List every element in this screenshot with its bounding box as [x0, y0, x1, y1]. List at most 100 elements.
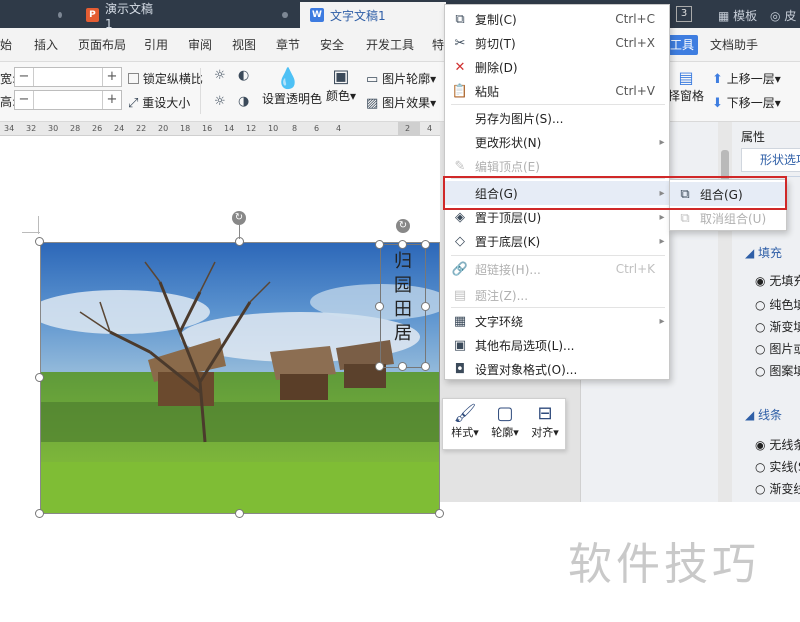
radio-solid-line[interactable]: ○ 实线(S	[755, 458, 800, 475]
minus-icon[interactable]: −	[15, 68, 33, 86]
radio-gradient-line[interactable]: ○ 渐变线	[755, 480, 800, 497]
menu-item-save-as-picture[interactable]: 另存为图片(S)...	[445, 106, 669, 130]
ruler-tick: 4	[336, 124, 342, 133]
width-stepper[interactable]: − +	[14, 67, 122, 87]
textbox-handle[interactable]	[398, 362, 407, 371]
edit-points-icon: ✎	[454, 158, 466, 174]
skin-button[interactable]: ◎ 皮	[770, 7, 796, 24]
textbox-rotate-icon[interactable]: ↻	[396, 219, 410, 233]
format-object-icon: ◘	[454, 361, 466, 377]
ruler-tick: 28	[70, 124, 81, 133]
textbox-handle[interactable]	[375, 362, 384, 371]
selection-pane-button[interactable]: ▤ 择窗格	[668, 68, 704, 104]
menu-review[interactable]: 审阅	[188, 28, 212, 62]
menu-page-layout[interactable]: 页面布局	[78, 28, 126, 62]
radio-icon: ○	[755, 364, 766, 378]
tab-blank[interactable]	[0, 2, 72, 28]
send-backward-button[interactable]: ⬇ 下移一层▾	[712, 94, 781, 111]
resize-handle[interactable]	[435, 509, 444, 518]
radio-pattern-fill[interactable]: ○ 图案填	[755, 362, 800, 379]
height-stepper[interactable]: − +	[14, 90, 122, 110]
line-section-header[interactable]: ◢ 线条	[745, 406, 782, 423]
menu-item-layout-options[interactable]: ▣ 其他布局选项(L)...	[445, 333, 669, 357]
menu-special[interactable]: 特	[432, 28, 444, 62]
fill-section-header[interactable]: ◢ 填充	[745, 244, 782, 261]
set-transparent-button[interactable]: 💧 设置透明色	[262, 66, 322, 107]
minus-icon[interactable]: −	[15, 91, 33, 109]
ruler-tick: 34	[4, 124, 15, 133]
menu-view[interactable]: 视图	[232, 28, 256, 62]
plus-icon[interactable]: +	[103, 91, 121, 109]
ungroup-icon: ⧉	[680, 210, 690, 226]
align-button[interactable]: ⊟ 对齐▾	[527, 403, 563, 440]
textbox-handle[interactable]	[398, 240, 407, 249]
menu-references[interactable]: 引用	[144, 28, 168, 62]
textbox-handle[interactable]	[421, 240, 430, 249]
radio-icon: ○	[755, 320, 766, 334]
contrast-down-icon[interactable]: ◑	[238, 94, 249, 109]
outline-icon: ▢	[496, 403, 514, 424]
textbox-handle[interactable]	[421, 302, 430, 311]
color-button[interactable]: ▣ 颜色▾	[324, 66, 358, 104]
textbox-handle[interactable]	[375, 302, 384, 311]
textbox-handle[interactable]	[375, 240, 384, 249]
menu-section[interactable]: 章节	[276, 28, 300, 62]
menu-tools-active[interactable]: 工具	[666, 35, 699, 55]
resize-handle[interactable]	[35, 237, 44, 246]
radio-icon: ○	[755, 298, 766, 312]
picture-outline-button[interactable]: ▭ 图片轮廓▾	[366, 70, 436, 87]
menu-item-change-shape[interactable]: 更改形状(N) ▸	[445, 130, 669, 154]
plus-icon[interactable]: +	[103, 68, 121, 86]
ruler-tick: 6	[314, 124, 320, 133]
rotate-handle-icon[interactable]: ↻	[232, 211, 246, 225]
tab-count-badge[interactable]: 3	[676, 6, 692, 22]
picture-outline-icon: ▭	[366, 72, 379, 87]
picture-effect-button[interactable]: ▨ 图片效果▾	[366, 94, 436, 111]
resize-handle[interactable]	[35, 373, 44, 382]
radio-picture-fill[interactable]: ○ 图片或	[755, 340, 800, 357]
template-button[interactable]: ▦ 模板	[718, 7, 757, 24]
height-input[interactable]	[33, 91, 103, 109]
lock-ratio-checkbox[interactable]: 锁定纵横比	[128, 70, 203, 87]
menu-item-format-object[interactable]: ◘ 设置对象格式(O)...	[445, 357, 669, 381]
menu-start[interactable]: 始	[0, 28, 12, 62]
resize-handle[interactable]	[235, 509, 244, 518]
outline-button[interactable]: ▢ 轮廓▾	[487, 403, 523, 440]
writer-doc-icon: W	[310, 8, 324, 22]
bring-forward-button[interactable]: ⬆ 上移一层▾	[712, 70, 781, 87]
tab-shape-options[interactable]: 形状选项	[741, 148, 800, 172]
brightness-down-icon[interactable]: ☼	[214, 94, 226, 109]
tab-writer[interactable]: W 文字文稿1	[300, 2, 446, 28]
menu-item-paste[interactable]: 📋 粘贴 Ctrl+V	[445, 79, 669, 103]
style-button[interactable]: 🖌 样式▾	[447, 403, 483, 440]
brush-icon: 🖌	[453, 403, 477, 424]
menu-doc-assistant[interactable]: 文档助手	[710, 28, 758, 62]
copy-icon: ⧉	[455, 11, 465, 27]
menu-insert[interactable]: 插入	[34, 28, 58, 62]
radio-no-line[interactable]: ◉ 无线条	[755, 436, 800, 453]
radio-solid-fill[interactable]: ○ 纯色填	[755, 296, 800, 313]
tab-presentation[interactable]: P 演示文稿1	[76, 2, 298, 31]
submenu-arrow-icon: ▸	[659, 136, 665, 148]
contrast-up-icon[interactable]: ◐	[238, 68, 249, 83]
menu-item-send-to-back[interactable]: ◇ 置于底层(K) ▸	[445, 229, 669, 253]
brightness-up-icon[interactable]: ☼	[214, 68, 226, 83]
menu-item-delete[interactable]: ✕ 删除(D)	[445, 55, 669, 79]
resize-handle[interactable]	[35, 509, 44, 518]
align-icon: ⊟	[537, 403, 553, 424]
menu-item-text-wrap[interactable]: ▦ 文字环绕 ▸	[445, 309, 669, 333]
menu-item-copy[interactable]: ⧉ 复制(C) Ctrl+C	[445, 7, 669, 31]
reset-size-button[interactable]: ⤢ 重设大小	[128, 94, 190, 111]
tab-dot-icon	[58, 12, 62, 18]
menu-developer[interactable]: 开发工具	[366, 28, 414, 62]
menu-item-cut[interactable]: ✂ 剪切(T) Ctrl+X	[445, 31, 669, 55]
radio-gradient-fill[interactable]: ○ 渐变填	[755, 318, 800, 335]
textbox-handle[interactable]	[421, 362, 430, 371]
submenu-arrow-icon: ▸	[659, 315, 665, 327]
horizontal-ruler[interactable]: 34 32 30 28 26 24 22 20 18 16 14 12 10 8…	[0, 122, 440, 136]
radio-icon: ○	[755, 460, 766, 474]
radio-no-fill[interactable]: ◉ 无填充	[755, 272, 800, 289]
menu-security[interactable]: 安全	[320, 28, 344, 62]
vertical-text[interactable]: 归园田居	[392, 250, 414, 346]
width-input[interactable]	[33, 68, 103, 86]
